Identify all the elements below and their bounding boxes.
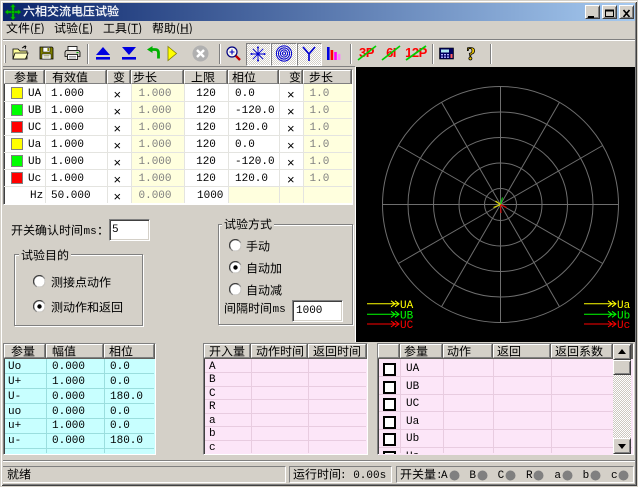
svg-text:Uc: Uc bbox=[617, 320, 630, 332]
svg-text:UC: UC bbox=[400, 320, 414, 332]
svg-text:?: ? bbox=[466, 45, 476, 63]
